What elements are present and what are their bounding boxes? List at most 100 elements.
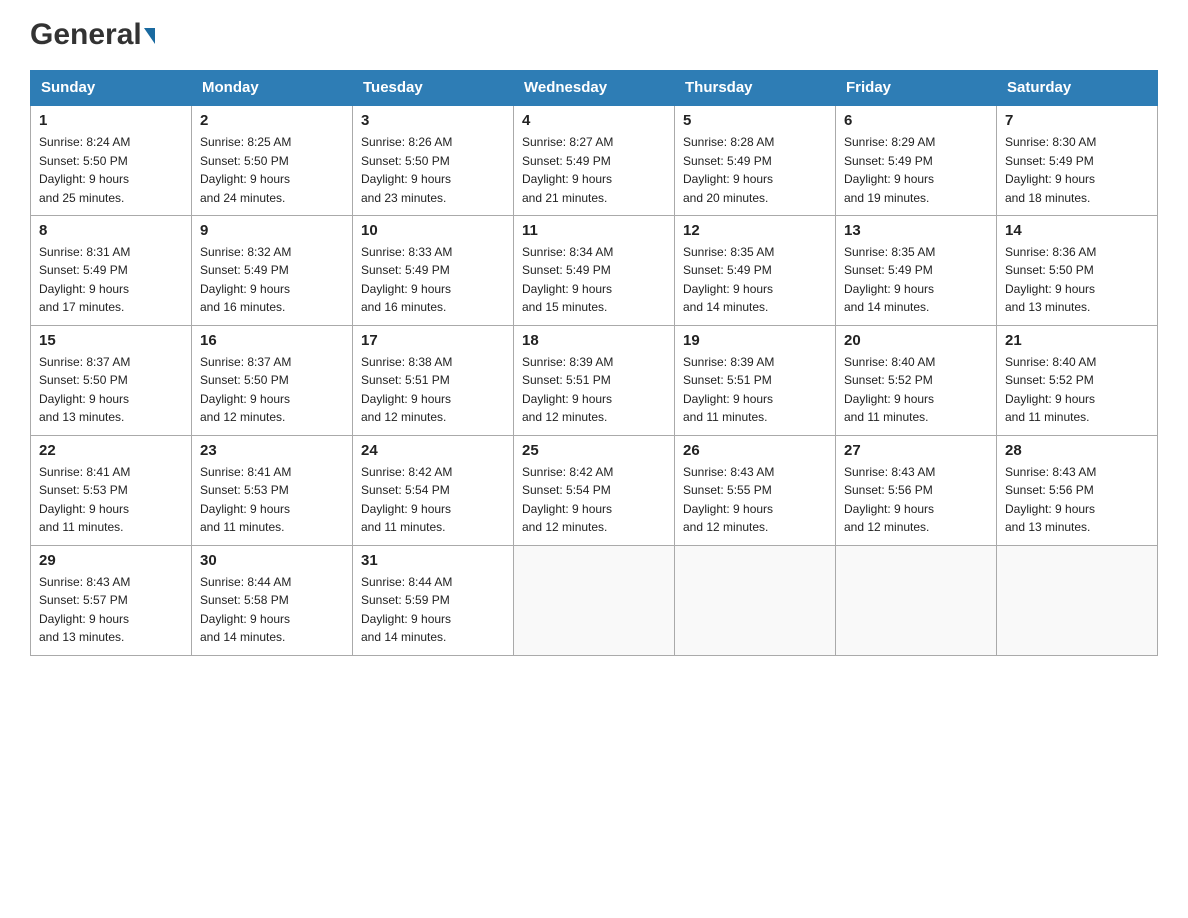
calendar-cell bbox=[675, 545, 836, 655]
day-header-saturday: Saturday bbox=[997, 71, 1158, 106]
day-number: 15 bbox=[39, 332, 183, 349]
calendar-cell: 8 Sunrise: 8:31 AMSunset: 5:49 PMDaylight… bbox=[31, 215, 192, 325]
week-row-5: 29Sunrise: 8:43 AMSunset: 5:57 PMDayligh… bbox=[31, 545, 1158, 655]
day-info: Sunrise: 8:32 AMSunset: 5:49 PMDaylight:… bbox=[200, 245, 291, 315]
day-number: 3 bbox=[361, 112, 505, 129]
day-info: Sunrise: 8:35 AMSunset: 5:49 PMDaylight:… bbox=[844, 245, 935, 315]
day-number: 23 bbox=[200, 442, 344, 459]
day-info: Sunrise: 8:33 AMSunset: 5:49 PMDaylight:… bbox=[361, 245, 452, 315]
calendar-cell: 29Sunrise: 8:43 AMSunset: 5:57 PMDayligh… bbox=[31, 545, 192, 655]
calendar-cell: 16 Sunrise: 8:37 AMSunset: 5:50 PMDayligh… bbox=[192, 325, 353, 435]
calendar-cell: 26Sunrise: 8:43 AMSunset: 5:55 PMDayligh… bbox=[675, 435, 836, 545]
calendar-cell: 30 Sunrise: 8:44 AMSunset: 5:58 PMDayligh… bbox=[192, 545, 353, 655]
day-info: Sunrise: 8:39 AMSunset: 5:51 PMDaylight:… bbox=[522, 355, 613, 425]
day-number: 19 bbox=[683, 332, 827, 349]
day-info: Sunrise: 8:38 AMSunset: 5:51 PMDaylight:… bbox=[361, 355, 452, 425]
week-row-1: 1Sunrise: 8:24 AMSunset: 5:50 PMDaylight… bbox=[31, 105, 1158, 215]
day-info: Sunrise: 8:35 AMSunset: 5:49 PMDaylight:… bbox=[683, 245, 774, 315]
logo-triangle-icon bbox=[144, 28, 155, 44]
day-number: 16 bbox=[200, 332, 344, 349]
day-number: 7 bbox=[1005, 112, 1149, 129]
day-number: 30 bbox=[200, 552, 344, 569]
day-info: Sunrise: 8:37 AMSunset: 5:50 PMDaylight:… bbox=[39, 355, 130, 425]
day-info: Sunrise: 8:40 AMSunset: 5:52 PMDaylight:… bbox=[844, 355, 935, 425]
day-header-wednesday: Wednesday bbox=[514, 71, 675, 106]
day-header-monday: Monday bbox=[192, 71, 353, 106]
day-number: 27 bbox=[844, 442, 988, 459]
calendar-cell: 24Sunrise: 8:42 AMSunset: 5:54 PMDayligh… bbox=[353, 435, 514, 545]
day-info: Sunrise: 8:44 AMSunset: 5:58 PMDaylight:… bbox=[200, 575, 291, 645]
calendar-cell: 25Sunrise: 8:42 AMSunset: 5:54 PMDayligh… bbox=[514, 435, 675, 545]
day-header-sunday: Sunday bbox=[31, 71, 192, 106]
days-header-row: SundayMondayTuesdayWednesdayThursdayFrid… bbox=[31, 71, 1158, 106]
calendar-cell: 1Sunrise: 8:24 AMSunset: 5:50 PMDaylight… bbox=[31, 105, 192, 215]
calendar-table: SundayMondayTuesdayWednesdayThursdayFrid… bbox=[30, 70, 1158, 656]
day-info: Sunrise: 8:44 AMSunset: 5:59 PMDaylight:… bbox=[361, 575, 452, 645]
day-number: 9 bbox=[200, 222, 344, 239]
calendar-cell: 20 Sunrise: 8:40 AMSunset: 5:52 PMDayligh… bbox=[836, 325, 997, 435]
calendar-cell: 13 Sunrise: 8:35 AMSunset: 5:49 PMDayligh… bbox=[836, 215, 997, 325]
calendar-cell bbox=[836, 545, 997, 655]
week-row-3: 15 Sunrise: 8:37 AMSunset: 5:50 PMDayligh… bbox=[31, 325, 1158, 435]
calendar-cell: 18 Sunrise: 8:39 AMSunset: 5:51 PMDayligh… bbox=[514, 325, 675, 435]
day-info: Sunrise: 8:42 AMSunset: 5:54 PMDaylight:… bbox=[361, 465, 452, 535]
day-header-tuesday: Tuesday bbox=[353, 71, 514, 106]
calendar-cell: 5 Sunrise: 8:28 AMSunset: 5:49 PMDaylight… bbox=[675, 105, 836, 215]
day-number: 5 bbox=[683, 112, 827, 129]
day-info: Sunrise: 8:43 AMSunset: 5:56 PMDaylight:… bbox=[1005, 465, 1096, 535]
day-number: 26 bbox=[683, 442, 827, 459]
day-info: Sunrise: 8:28 AMSunset: 5:49 PMDaylight:… bbox=[683, 135, 774, 205]
day-number: 8 bbox=[39, 222, 183, 239]
day-number: 13 bbox=[844, 222, 988, 239]
day-info: Sunrise: 8:29 AMSunset: 5:49 PMDaylight:… bbox=[844, 135, 935, 205]
day-info: Sunrise: 8:37 AMSunset: 5:50 PMDaylight:… bbox=[200, 355, 291, 425]
day-info: Sunrise: 8:31 AMSunset: 5:49 PMDaylight:… bbox=[39, 245, 130, 315]
day-number: 18 bbox=[522, 332, 666, 349]
day-number: 12 bbox=[683, 222, 827, 239]
day-number: 31 bbox=[361, 552, 505, 569]
day-number: 11 bbox=[522, 222, 666, 239]
calendar-cell: 7 Sunrise: 8:30 AMSunset: 5:49 PMDaylight… bbox=[997, 105, 1158, 215]
day-header-thursday: Thursday bbox=[675, 71, 836, 106]
day-header-friday: Friday bbox=[836, 71, 997, 106]
calendar-cell: 3 Sunrise: 8:26 AMSunset: 5:50 PMDaylight… bbox=[353, 105, 514, 215]
day-number: 20 bbox=[844, 332, 988, 349]
day-number: 2 bbox=[200, 112, 344, 129]
calendar-cell: 9 Sunrise: 8:32 AMSunset: 5:49 PMDaylight… bbox=[192, 215, 353, 325]
day-info: Sunrise: 8:25 AMSunset: 5:50 PMDaylight:… bbox=[200, 135, 291, 205]
calendar-cell: 4 Sunrise: 8:27 AMSunset: 5:49 PMDaylight… bbox=[514, 105, 675, 215]
calendar-cell: 31 Sunrise: 8:44 AMSunset: 5:59 PMDayligh… bbox=[353, 545, 514, 655]
calendar-cell: 12 Sunrise: 8:35 AMSunset: 5:49 PMDayligh… bbox=[675, 215, 836, 325]
calendar-cell: 23 Sunrise: 8:41 AMSunset: 5:53 PMDayligh… bbox=[192, 435, 353, 545]
calendar-cell bbox=[514, 545, 675, 655]
logo-general: General bbox=[30, 20, 142, 50]
calendar-cell: 6 Sunrise: 8:29 AMSunset: 5:49 PMDaylight… bbox=[836, 105, 997, 215]
calendar-cell: 17 Sunrise: 8:38 AMSunset: 5:51 PMDayligh… bbox=[353, 325, 514, 435]
day-number: 4 bbox=[522, 112, 666, 129]
day-info: Sunrise: 8:41 AMSunset: 5:53 PMDaylight:… bbox=[200, 465, 291, 535]
calendar-cell: 11Sunrise: 8:34 AMSunset: 5:49 PMDayligh… bbox=[514, 215, 675, 325]
day-info: Sunrise: 8:36 AMSunset: 5:50 PMDaylight:… bbox=[1005, 245, 1096, 315]
day-info: Sunrise: 8:40 AMSunset: 5:52 PMDaylight:… bbox=[1005, 355, 1096, 425]
day-number: 25 bbox=[522, 442, 666, 459]
day-number: 17 bbox=[361, 332, 505, 349]
day-number: 6 bbox=[844, 112, 988, 129]
day-info: Sunrise: 8:30 AMSunset: 5:49 PMDaylight:… bbox=[1005, 135, 1096, 205]
day-number: 29 bbox=[39, 552, 183, 569]
logo: General bbox=[30, 20, 155, 50]
day-number: 28 bbox=[1005, 442, 1149, 459]
page-header: General bbox=[30, 20, 1158, 50]
day-number: 22 bbox=[39, 442, 183, 459]
calendar-cell: 19Sunrise: 8:39 AMSunset: 5:51 PMDayligh… bbox=[675, 325, 836, 435]
calendar-cell: 28 Sunrise: 8:43 AMSunset: 5:56 PMDayligh… bbox=[997, 435, 1158, 545]
calendar-cell bbox=[997, 545, 1158, 655]
day-info: Sunrise: 8:27 AMSunset: 5:49 PMDaylight:… bbox=[522, 135, 613, 205]
week-row-2: 8 Sunrise: 8:31 AMSunset: 5:49 PMDaylight… bbox=[31, 215, 1158, 325]
calendar-cell: 27 Sunrise: 8:43 AMSunset: 5:56 PMDayligh… bbox=[836, 435, 997, 545]
calendar-cell: 21 Sunrise: 8:40 AMSunset: 5:52 PMDayligh… bbox=[997, 325, 1158, 435]
calendar-cell: 14Sunrise: 8:36 AMSunset: 5:50 PMDayligh… bbox=[997, 215, 1158, 325]
day-info: Sunrise: 8:41 AMSunset: 5:53 PMDaylight:… bbox=[39, 465, 130, 535]
day-info: Sunrise: 8:43 AMSunset: 5:56 PMDaylight:… bbox=[844, 465, 935, 535]
day-number: 21 bbox=[1005, 332, 1149, 349]
day-info: Sunrise: 8:26 AMSunset: 5:50 PMDaylight:… bbox=[361, 135, 452, 205]
